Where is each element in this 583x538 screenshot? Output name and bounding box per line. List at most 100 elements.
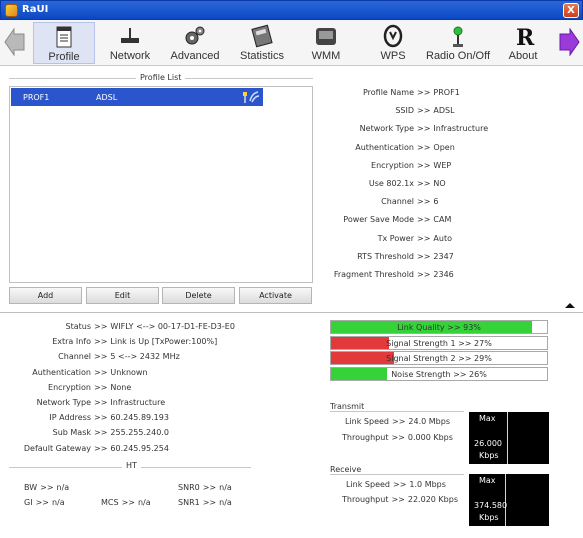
profile-detail-value: NO — [433, 179, 446, 188]
receive-link-speed-key: Link Speed — [346, 480, 391, 489]
section-divider — [0, 312, 583, 313]
link-quality-label: Link Quality >> 93% — [397, 323, 481, 332]
statistics-icon — [251, 24, 273, 48]
status-row: Extra Info >> Link is Up [TxPower:100%] — [8, 337, 217, 346]
tab-about[interactable]: R About — [503, 22, 543, 64]
transmit-graph: Max 26.000 Kbps — [469, 412, 549, 464]
profile-detail-row: SSID >> ADSL — [330, 106, 454, 116]
transmit-link-speed: Link Speed >> 24.0 Mbps — [345, 417, 450, 426]
tab-profile-label: Profile — [48, 51, 80, 63]
status-value: 60.245.95.254 — [110, 443, 169, 453]
receive-rule — [330, 474, 464, 475]
profile-detail-row: Tx Power >> Auto — [330, 234, 452, 243]
profile-detail-value: Infrastructure — [433, 124, 489, 134]
receive-title: Receive — [330, 465, 362, 474]
profile-detail-key: Use 802.1x — [368, 179, 414, 188]
profile-list[interactable]: PROF1 ADSL — [9, 86, 313, 283]
tab-statistics[interactable]: Statistics — [234, 22, 290, 64]
edit-button[interactable]: Edit — [86, 287, 159, 304]
ht-gi-value: n/a — [51, 498, 65, 507]
close-button[interactable]: X — [563, 3, 579, 18]
collapse-arrow-icon[interactable] — [565, 303, 575, 308]
advanced-icon — [185, 26, 205, 45]
profile-detail-key: Fragment Threshold — [333, 270, 414, 279]
tab-wps[interactable]: WPS — [368, 22, 418, 64]
ht-bw: BW >> n/a — [24, 483, 69, 492]
tab-advanced[interactable]: Advanced — [166, 22, 224, 64]
profile-detail-key: Tx Power — [377, 233, 414, 243]
status-key: Sub Mask — [52, 428, 91, 438]
tab-profile[interactable]: Profile — [33, 22, 95, 64]
receive-graph-line — [505, 474, 506, 526]
profile-detail-row: Fragment Threshold >> 2346 — [330, 270, 454, 279]
tab-network[interactable]: Network — [103, 22, 157, 64]
ht-snr0: SNR0 >> n/a — [178, 483, 232, 492]
ht-title: HT — [122, 461, 141, 470]
separator: >> — [417, 270, 431, 279]
ht-bw-key: BW — [24, 483, 38, 492]
back-arrow-icon[interactable] — [4, 28, 26, 56]
status-value: Unknown — [110, 367, 148, 377]
about-icon: R — [516, 25, 535, 48]
transmit-rule — [330, 411, 464, 412]
delete-button[interactable]: Delete — [162, 287, 235, 304]
tab-network-label: Network — [109, 50, 151, 62]
activate-button[interactable]: Activate — [239, 287, 312, 304]
profile-detail-key: Encryption — [371, 160, 414, 170]
receive-throughput: Throughput >> 22.020 Kbps — [342, 495, 458, 504]
profile-detail-row: Power Save Mode >> CAM — [330, 215, 451, 224]
profile-detail-key: RTS Threshold — [357, 251, 414, 261]
status-key: Channel — [58, 352, 91, 362]
tab-radio-on-off[interactable]: Radio On/Off — [422, 22, 494, 64]
status-key: Network Type — [36, 398, 91, 407]
profile-detail-row: Profile Name >> PROF1 — [330, 88, 460, 97]
wmm-icon — [316, 28, 336, 45]
noise-strength-bar: Noise Strength >> 26% — [330, 367, 548, 381]
profile-detail-row: Network Type >> Infrastructure — [330, 124, 488, 133]
profile-detail-value: 2347 — [433, 251, 454, 261]
separator: >> — [392, 417, 406, 426]
status-value: 60.245.89.193 — [110, 413, 169, 423]
separator: >> — [94, 428, 108, 438]
status-value: 5 <--> 2432 MHz — [110, 352, 180, 362]
status-row: Authentication >> Unknown — [8, 367, 148, 377]
ht-bw-value: n/a — [56, 483, 70, 492]
status-key: Default Gateway — [23, 443, 91, 453]
profile-row[interactable]: PROF1 ADSL — [11, 88, 263, 106]
signal-strength-1-label: Signal Strength 1 >> 27% — [386, 339, 492, 348]
status-key: Status — [65, 322, 92, 331]
separator: >> — [94, 398, 108, 407]
transmit-link-speed-value: 24.0 Mbps — [408, 417, 451, 426]
profile-detail-key: SSID — [395, 106, 414, 116]
separator: >> — [35, 498, 49, 507]
status-row: IP Address >> 60.245.89.193 — [8, 413, 169, 422]
status-row: Sub Mask >> 255.255.240.0 — [8, 428, 169, 437]
tab-wmm[interactable]: WMM — [303, 22, 349, 64]
ht-snr0-key: SNR0 — [178, 483, 200, 492]
wps-icon — [383, 24, 403, 48]
status-key: Authentication — [32, 367, 91, 377]
separator: >> — [94, 322, 108, 331]
separator: >> — [417, 142, 431, 152]
forward-arrow-icon[interactable] — [558, 28, 580, 56]
ht-snr1: SNR1 >> n/a — [178, 498, 232, 507]
profile-list-title: Profile List — [136, 73, 186, 82]
link-quality-bar: Link Quality >> 93% — [330, 320, 548, 334]
profile-detail-value: PROF1 — [433, 88, 460, 97]
window-title: RaUI — [22, 4, 49, 15]
transmit-link-speed-key: Link Speed — [345, 417, 390, 426]
separator: >> — [94, 443, 108, 453]
profile-detail-row: Authentication >> Open — [330, 143, 455, 152]
add-button[interactable]: Add — [9, 287, 82, 304]
status-row: Network Type >> Infrastructure — [8, 398, 165, 407]
transmit-throughput-value: 0.000 Kbps — [407, 433, 453, 442]
noise-strength-label: Noise Strength >> 26% — [391, 370, 487, 379]
profile-detail-row: Use 802.1x >> NO — [330, 179, 446, 188]
profile-detail-row: RTS Threshold >> 2347 — [330, 252, 454, 261]
separator: >> — [417, 179, 431, 188]
title-bar: RaUI X — [0, 0, 583, 20]
ht-mcs-key: MCS — [101, 498, 119, 507]
profile-detail-row: Channel >> 6 — [330, 197, 438, 206]
receive-graph-value: 374.580 — [474, 501, 508, 510]
separator: >> — [94, 413, 108, 423]
